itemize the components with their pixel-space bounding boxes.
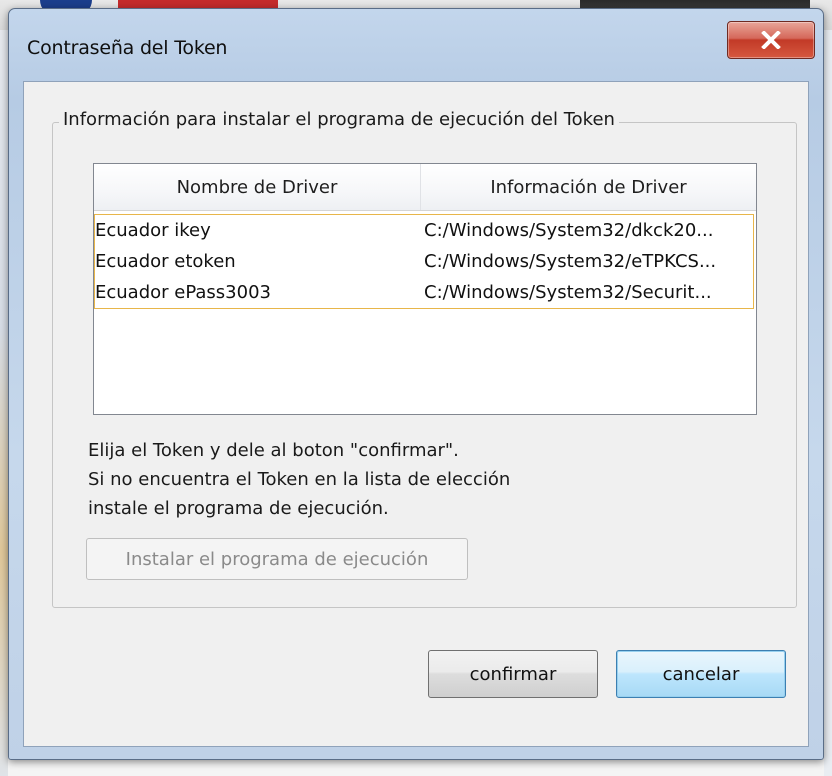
token-password-dialog: Contraseña del Token Información para in… xyxy=(8,8,824,760)
title-bar[interactable]: Contraseña del Token xyxy=(9,9,823,81)
driver-list-rows: Ecuador ikey C:/Windows/System32/dkck20.… xyxy=(94,214,754,309)
driver-list-header: Nombre de Driver Información de Driver xyxy=(94,164,756,211)
list-item[interactable]: Ecuador ePass3003 C:/Windows/System32/Se… xyxy=(95,277,753,308)
instruction-line: Si no encuentra el Token en la lista de … xyxy=(88,469,511,490)
dialog-client-area: Información para instalar el programa de… xyxy=(23,81,809,747)
background-right-edge xyxy=(824,30,832,776)
driver-list[interactable]: Nombre de Driver Información de Driver E… xyxy=(93,163,757,415)
column-header-driver-name[interactable]: Nombre de Driver xyxy=(94,164,421,210)
confirm-button[interactable]: confirmar xyxy=(428,650,598,698)
column-header-driver-info[interactable]: Información de Driver xyxy=(421,164,756,210)
list-item[interactable]: Ecuador etoken C:/Windows/System32/eTPKC… xyxy=(95,246,753,277)
instruction-line: Elija el Token y dele al boton "confirma… xyxy=(88,440,459,461)
window-title: Contraseña del Token xyxy=(27,37,228,59)
list-item[interactable]: Ecuador ikey C:/Windows/System32/dkck20.… xyxy=(95,215,753,246)
close-button[interactable] xyxy=(727,21,815,59)
groupbox-legend: Información para instalar el programa de… xyxy=(59,109,619,130)
driver-install-groupbox: Información para instalar el programa de… xyxy=(52,109,797,608)
driver-name: Ecuador etoken xyxy=(95,251,236,272)
driver-name: Ecuador ePass3003 xyxy=(95,282,271,303)
instructions-text: Elija el Token y dele al boton "confirma… xyxy=(88,436,510,523)
cancel-button[interactable]: cancelar xyxy=(616,650,786,698)
driver-info: C:/Windows/System32/eTPKCS... xyxy=(424,251,717,272)
background-left-edge xyxy=(0,30,8,776)
driver-name: Ecuador ikey xyxy=(95,220,211,241)
install-driver-button[interactable]: Instalar el programa de ejecución xyxy=(86,538,468,580)
driver-info: C:/Windows/System32/Securit... xyxy=(424,282,712,303)
driver-info: C:/Windows/System32/dkck20... xyxy=(424,220,714,241)
close-icon xyxy=(761,31,781,49)
instruction-line: instale el programa de ejecución. xyxy=(88,498,389,519)
